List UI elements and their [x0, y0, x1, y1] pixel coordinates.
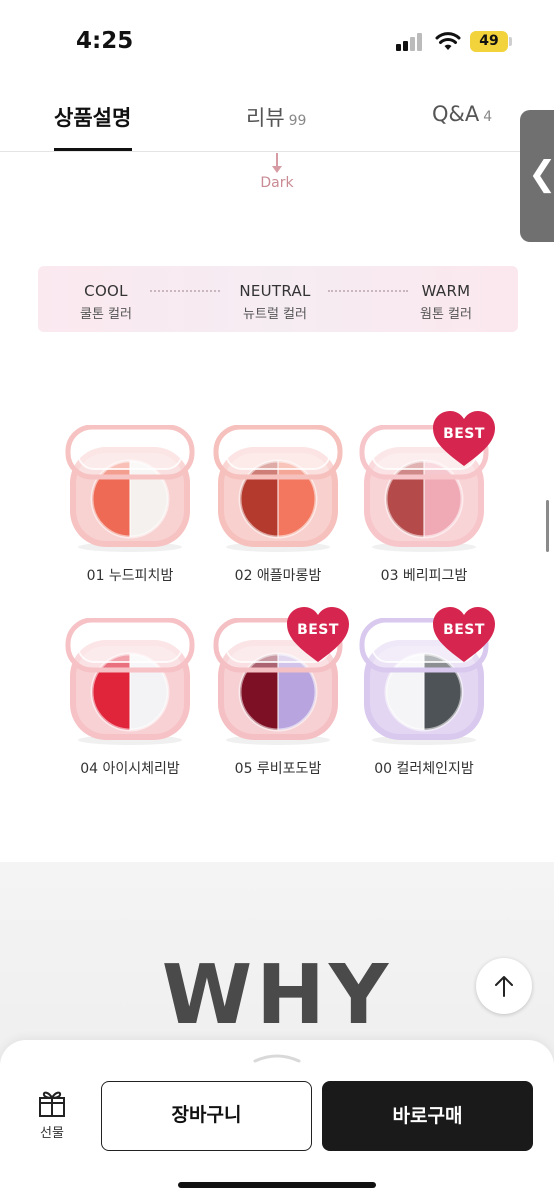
best-label: BEST	[297, 622, 339, 638]
best-badge: BEST	[431, 606, 497, 664]
wifi-icon	[435, 32, 461, 50]
gift-icon	[39, 1091, 65, 1117]
tab-qna-label: Q&A	[432, 102, 480, 126]
tone-scale-bar: COOL 쿨톤 컬러 NEUTRAL 뉴트럴 컬러 WARM 웜톤 컬러	[38, 266, 518, 332]
tab-qna-count: 4	[483, 109, 493, 125]
active-tab-indicator	[54, 148, 132, 151]
battery-icon: 49	[470, 31, 508, 52]
dark-label: Dark	[260, 175, 294, 191]
why-title: WHY	[161, 948, 393, 1043]
tone-warm: WARM 웜톤 컬러	[396, 282, 496, 322]
home-indicator	[178, 1182, 376, 1188]
side-panel-handle[interactable]: ❮	[520, 110, 554, 242]
product-name: 03 베리피그밤	[380, 568, 468, 584]
tab-reviews-count: 99	[288, 113, 307, 129]
product-card[interactable]: 01 누드피치밤	[64, 425, 196, 585]
best-badge: BEST	[431, 410, 497, 468]
page-scrollbar[interactable]	[546, 500, 549, 552]
best-label: BEST	[443, 622, 485, 638]
tone-warm-ko: 웜톤 컬러	[420, 307, 472, 322]
tone-cool-ko: 쿨톤 컬러	[80, 307, 132, 322]
gift-button[interactable]: 선물	[26, 1088, 78, 1150]
chevron-left-icon: ❮	[528, 154, 554, 194]
product-name: 00 컬러체인지밤	[374, 761, 474, 777]
product-name: 01 누드피치밤	[86, 568, 174, 584]
detail-tabs: 상품설명 리뷰 99 Q&A 4	[0, 84, 554, 152]
product-detail-page: 4:25 49 상품설명 리뷰 99 Q&A 4 ❮ Dark COOL 쿨톤 …	[0, 0, 554, 1200]
best-badge: BEST	[285, 606, 351, 664]
tab-qna[interactable]: Q&A 4	[432, 102, 492, 126]
gift-label: 선물	[40, 1126, 64, 1141]
product-name: 04 아이시체리밤	[80, 761, 180, 777]
best-label: BEST	[443, 426, 485, 442]
lip-balm-compact-image	[65, 618, 195, 745]
tone-neutral-en: NEUTRAL	[239, 282, 311, 300]
tone-neutral: NEUTRAL 뉴트럴 컬러	[225, 282, 325, 322]
tab-description[interactable]: 상품설명	[54, 102, 131, 132]
tab-reviews-label: 리뷰	[246, 106, 285, 130]
battery-cap	[509, 37, 512, 46]
lip-balm-compact-image	[65, 425, 195, 552]
product-name: 02 애플마롱밤	[234, 568, 322, 584]
tone-cool-en: COOL	[84, 282, 128, 300]
scroll-to-top-button[interactable]	[476, 958, 532, 1014]
sheet-grabber-icon[interactable]	[252, 1053, 302, 1063]
product-card[interactable]: 02 애플마롱밤	[212, 425, 344, 585]
tone-cool: COOL 쿨톤 컬러	[56, 282, 156, 322]
tone-warm-en: WARM	[421, 282, 471, 300]
status-time: 4:25	[76, 28, 134, 54]
product-card[interactable]: 04 아이시체리밤	[64, 618, 196, 778]
product-name: 05 루비포도밤	[234, 761, 322, 777]
tab-description-label: 상품설명	[54, 106, 132, 130]
status-bar: 4:25 49	[0, 0, 554, 84]
buy-now-button[interactable]: 바로구매	[322, 1081, 533, 1151]
tone-divider	[150, 290, 220, 292]
lip-balm-compact-image	[213, 425, 343, 552]
arrow-down-icon	[272, 166, 282, 173]
add-to-cart-button[interactable]: 장바구니	[101, 1081, 312, 1151]
tone-neutral-ko: 뉴트럴 컬러	[243, 307, 307, 322]
arrow-up-icon	[495, 976, 513, 997]
cellular-signal-icon	[396, 33, 424, 51]
tab-reviews[interactable]: 리뷰 99	[246, 102, 306, 132]
